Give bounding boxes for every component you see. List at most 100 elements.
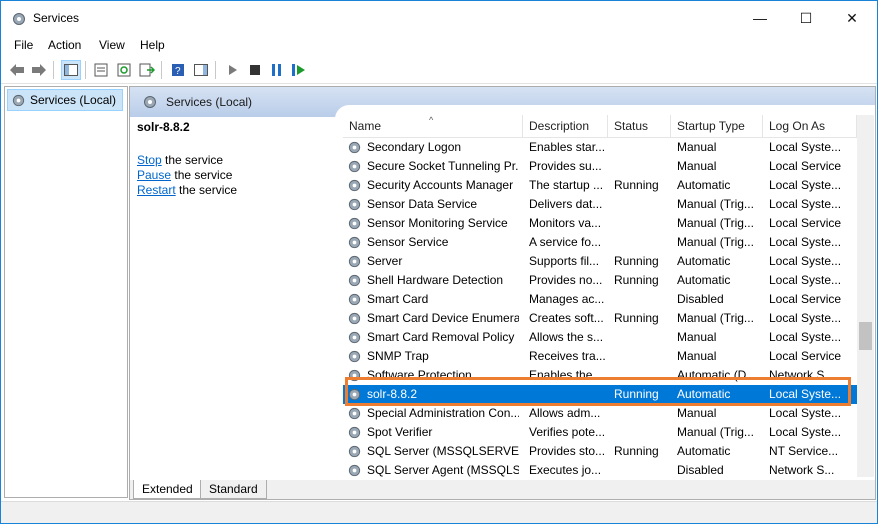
- service-gear-icon: [348, 274, 361, 287]
- menu-help[interactable]: Help: [140, 38, 165, 52]
- properties-button[interactable]: [91, 60, 111, 80]
- table-cell: A service fo...: [529, 235, 602, 249]
- stop-action: Stop the service: [137, 153, 224, 167]
- table-cell: Sensor Monitoring Service: [367, 216, 508, 230]
- table-cell: Secondary Logon: [367, 140, 462, 154]
- restart-link[interactable]: Restart: [137, 183, 176, 197]
- scrollbar-thumb[interactable]: [859, 322, 872, 350]
- table-row[interactable]: Secondary Logon Enables star... Manual Loca…: [343, 138, 857, 157]
- service-gear-icon: [348, 141, 361, 154]
- table-row[interactable]: Sensor Monitoring Service Monitors va... M…: [343, 214, 857, 233]
- table-cell: Manual (Trig...: [677, 425, 754, 439]
- table-cell: [614, 423, 674, 442]
- forward-button[interactable]: [29, 60, 49, 80]
- service-gear-icon: [348, 255, 361, 268]
- table-cell: Local Syste...: [769, 235, 842, 249]
- table-row[interactable]: Security Accounts Manager The startup ...…: [343, 176, 857, 195]
- table-cell: [614, 157, 674, 176]
- table-cell: [614, 328, 674, 347]
- refresh-button[interactable]: [114, 60, 134, 80]
- table-row[interactable]: Spot Verifier Verifies pote... Manual (Tri…: [343, 423, 857, 442]
- close-button[interactable]: ✕: [829, 1, 875, 35]
- table-cell: Automatic: [677, 273, 731, 287]
- restart-service-button[interactable]: [289, 60, 309, 80]
- table-row[interactable]: SQL Server Agent (MSSQLS... Executes jo..…: [343, 461, 857, 477]
- table-cell: Creates soft...: [529, 311, 604, 325]
- table-cell: [614, 138, 674, 157]
- show-hide-console-tree-button[interactable]: [61, 60, 81, 80]
- export-list-button[interactable]: [137, 60, 157, 80]
- table-row[interactable]: Smart Card Device Enumera... Creates soft…: [343, 309, 857, 328]
- table-cell: Manual (Trig...: [677, 216, 754, 230]
- table-cell: Automatic: [677, 254, 731, 268]
- service-gear-icon: [348, 350, 361, 363]
- table-row[interactable]: SNMP Trap Receives tra... Manual Local Serv…: [343, 347, 857, 366]
- table-cell: SQL Server Agent (MSSQLS...: [367, 463, 519, 477]
- service-gear-icon: [348, 331, 361, 344]
- table-cell: Manual (Trig...: [677, 311, 754, 325]
- tree-item-services-local[interactable]: Services (Local): [7, 89, 123, 111]
- table-cell: Smart Card Device Enumera...: [367, 311, 519, 325]
- minimize-button[interactable]: —: [737, 1, 783, 35]
- table-row[interactable]: Shell Hardware Detection Provides no... Ru…: [343, 271, 857, 290]
- table-row[interactable]: SQL Server (MSSQLSERVER) Provides sto... R…: [343, 442, 857, 461]
- table-row[interactable]: Sensor Data Service Delivers dat... Manual…: [343, 195, 857, 214]
- services-gear-icon: [144, 96, 156, 108]
- table-cell: Local Syste...: [769, 330, 842, 344]
- table-cell: SQL Server (MSSQLSERVER): [367, 444, 519, 458]
- console-tree-icon: [64, 64, 78, 76]
- table-row[interactable]: Special Administration Con... Allows adm.…: [343, 404, 857, 423]
- start-service-button[interactable]: [223, 60, 243, 80]
- table-row[interactable]: Smart Card Removal Policy Allows the s...…: [343, 328, 857, 347]
- service-gear-icon: [348, 464, 361, 477]
- pause-link[interactable]: Pause: [137, 168, 171, 182]
- maximize-button[interactable]: ☐: [783, 1, 829, 35]
- column-header-description[interactable]: Description: [523, 115, 608, 137]
- column-header-log-on-as[interactable]: Log On As: [763, 115, 857, 137]
- properties-icon: [94, 63, 108, 77]
- table-cell: Local Syste...: [769, 425, 842, 439]
- column-header-status[interactable]: Status: [608, 115, 671, 137]
- action-pane-icon: [194, 64, 208, 76]
- table-cell: Manual (Trig...: [677, 235, 754, 249]
- back-button[interactable]: [7, 60, 27, 80]
- table-cell: [614, 404, 674, 423]
- table-cell: Local Syste...: [769, 197, 842, 211]
- restart-icon: [292, 64, 305, 76]
- table-row[interactable]: Secure Socket Tunneling Pr... Provides su…: [343, 157, 857, 176]
- menu-file[interactable]: File: [14, 38, 33, 52]
- help-button[interactable]: ?: [168, 60, 188, 80]
- services-gear-icon: [13, 13, 25, 25]
- table-row[interactable]: Smart Card Manages ac... Disabled Local Ser…: [343, 290, 857, 309]
- pause-action: Pause the service: [137, 168, 233, 182]
- vertical-scrollbar[interactable]: [857, 115, 874, 477]
- table-cell: Running: [614, 273, 659, 287]
- table-row[interactable]: Sensor Service A service fo... Manual (Tri…: [343, 233, 857, 252]
- sort-up-icon: ^: [429, 115, 434, 125]
- menu-view[interactable]: View: [99, 38, 125, 52]
- column-header-startup-type[interactable]: Startup Type: [671, 115, 763, 137]
- table-cell: Monitors va...: [529, 216, 602, 230]
- pause-service-button[interactable]: [267, 60, 287, 80]
- table-cell: [614, 347, 674, 366]
- tab-standard[interactable]: Standard: [200, 480, 267, 499]
- table-cell: Local Syste...: [769, 140, 842, 154]
- pause-icon: [272, 64, 281, 76]
- stop-service-button[interactable]: [245, 60, 265, 80]
- show-hide-action-pane-button[interactable]: [191, 60, 211, 80]
- table-cell: Allows adm...: [529, 406, 601, 420]
- view-tabs: Extended Standard: [130, 480, 875, 499]
- column-header-name[interactable]: ^ Name: [343, 115, 523, 137]
- menu-action[interactable]: Action: [48, 38, 81, 52]
- stop-link[interactable]: Stop: [137, 153, 162, 167]
- table-cell: Delivers dat...: [529, 197, 603, 211]
- table-row[interactable]: Server Supports fil... Running Automatic Loc…: [343, 252, 857, 271]
- table-cell: Network S...: [769, 463, 835, 477]
- service-gear-icon: [348, 179, 361, 192]
- table-cell: Running: [614, 311, 659, 325]
- table-cell: Receives tra...: [529, 349, 606, 363]
- tab-extended[interactable]: Extended: [133, 480, 202, 499]
- selected-service-name: solr-8.8.2: [137, 120, 190, 134]
- table-cell: Local Service: [769, 159, 842, 173]
- table-cell: Running: [614, 254, 659, 268]
